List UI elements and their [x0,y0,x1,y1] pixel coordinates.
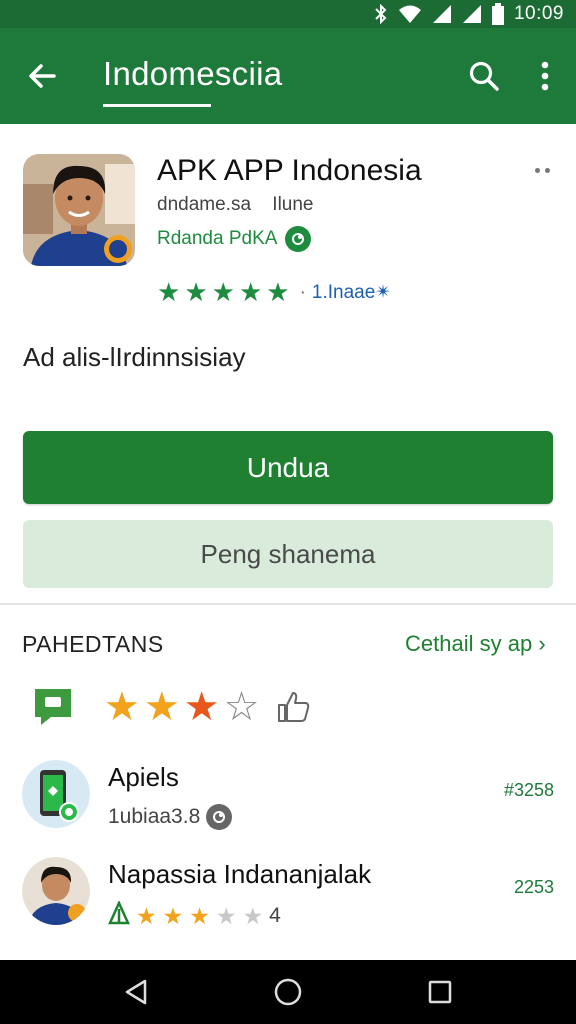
signal-icon [462,4,482,24]
star-icon: ★ [189,902,210,929]
review-subtitle: ★ ★ ★ ★ ★ 4 [108,899,281,931]
star-icon: ★ [136,902,157,929]
star-icon: ★ [266,277,290,307]
star-outline-icon: ☆ [223,685,260,729]
home-circle-icon[interactable] [258,962,318,1022]
review-count: 2253 [513,877,554,897]
search-icon[interactable] [464,56,504,96]
developer-line: dndame.sa Ilune [157,194,314,216]
reviews-section: PAHEDTANS Cethail sy ap › ★ ★ ★ ☆ Apiels… [0,605,576,960]
bluetooth-icon [374,4,388,24]
wifi-icon [398,4,422,24]
back-triangle-icon[interactable] [106,962,166,1022]
app-icon[interactable] [23,154,135,266]
star-icon: ★ [211,277,235,307]
info-badge-icon [206,804,233,830]
star-icon: ★ [183,685,220,729]
star-icon: ★ [162,902,184,929]
app-name: APK APP Indonesia [157,154,422,187]
status-bar: 10:09 [0,0,576,28]
review-title: Napassia Indananjalak [108,859,372,889]
review-title: Apiels [108,762,179,792]
rating-summary: ★ ★ ★ ☆ [30,685,313,729]
screen: 10:09 Indomesciia APK APP Indonesia dnda… [0,0,576,1024]
list-item[interactable]: Apiels 1ubiaa3.8 #3258 [0,760,576,848]
star-icon: ★ [215,902,237,929]
star-icon: ★ [242,902,264,929]
more-vert-icon[interactable] [530,56,560,96]
developer-extra: Ilune [272,194,314,215]
system-nav-bar [0,960,576,1024]
review-count: #3258 [503,780,554,800]
secondary-button[interactable]: Peng shanema [23,520,553,588]
rating-line: ★ ★ ★ ★ ★ · 1.Inaae✴ [157,279,391,305]
star-icon: ★ [238,277,263,307]
signal-icon [432,4,452,24]
tree-icon [108,899,130,931]
thumbs-up-icon[interactable] [273,687,313,727]
app-description: Ad alis-lIrdinnsisiay [23,342,246,372]
status-time: 10:09 [513,3,564,24]
app-header-card: APK APP Indonesia dndame.sa Ilune Rdanda… [0,124,576,604]
verified-badge-icon [285,226,312,252]
battery-icon [491,3,504,25]
developer-name[interactable]: dndame.sa [157,194,251,215]
page-title: Indomesciia [103,55,283,92]
chevron-right-icon: › [538,631,546,656]
star-icon: ★ [143,685,180,729]
star-icon: ★ [184,277,208,307]
app-bar: Indomesciia [0,28,576,124]
review-subtitle: 1ubiaa3.8 [108,804,233,830]
recents-square-icon[interactable] [410,962,470,1022]
chat-icon [30,685,76,729]
star-icon: ★ [104,685,140,729]
user-avatar [22,857,90,925]
rating-count: · 1.Inaae✴ [299,281,392,303]
app-avatar [22,760,90,828]
star-icon: ★ [157,277,181,307]
publisher-name[interactable]: Rdanda PdKA [157,228,277,250]
section-title: PAHEDTANS [22,631,164,657]
title-underline [103,104,211,107]
see-all-link[interactable]: Cethail sy ap › [405,631,546,657]
list-item[interactable]: Napassia Indananjalak ★ ★ ★ ★ ★ 4 2253 [0,857,576,945]
back-arrow-icon[interactable] [22,56,62,96]
publisher-line: Rdanda PdKA [157,226,312,252]
more-horiz-icon[interactable] [526,160,558,180]
install-button[interactable]: Undua [23,431,553,504]
